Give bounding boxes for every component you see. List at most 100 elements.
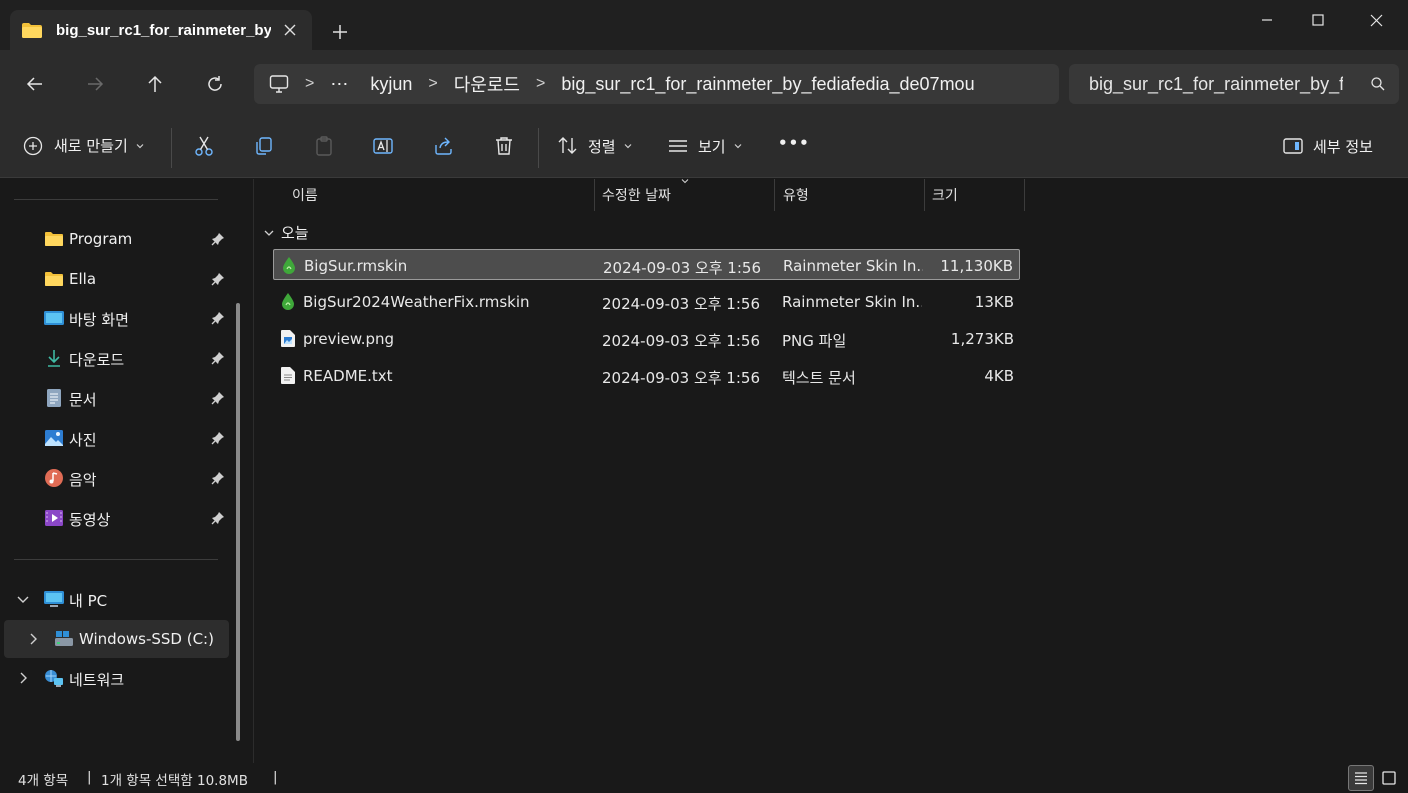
file-row[interactable]: BigSur.rmskin 2024-09-03 오후 1:56 Rainmet… <box>273 249 1020 280</box>
rainmeter-icon <box>282 293 294 310</box>
large-icons-view-button[interactable] <box>1376 765 1402 791</box>
breadcrumb[interactable]: > ⋯ kyjun > 다운로드 > big_sur_rc1_for_rainm… <box>254 64 1059 104</box>
sidebar-item-videos[interactable]: 동영상 <box>4 499 229 537</box>
column-header-size[interactable]: 크기 <box>932 185 958 211</box>
file-type: Rainmeter Skin In... <box>783 257 923 275</box>
item-count: 4개 항목 <box>18 773 69 789</box>
folder-icon <box>45 272 63 286</box>
sidebar-item-downloads[interactable]: 다운로드 <box>4 339 229 377</box>
file-name: preview.png <box>303 330 395 348</box>
close-tab-icon[interactable] <box>282 22 298 38</box>
share-button[interactable] <box>433 135 455 157</box>
selection-info: 1개 항목 선택함 10.8MB <box>101 773 248 789</box>
sort-button[interactable]: 정렬 <box>557 135 633 157</box>
refresh-button[interactable] <box>201 70 229 98</box>
sidebar-scrollbar[interactable] <box>236 303 240 741</box>
divider <box>14 199 218 200</box>
column-divider[interactable] <box>924 179 925 211</box>
chevron-right-icon[interactable] <box>26 632 40 646</box>
sidebar-item-desktop[interactable]: 바탕 화면 <box>4 299 229 337</box>
column-divider[interactable] <box>1024 179 1025 211</box>
arrow-up-icon <box>148 75 162 92</box>
file-list: 이름 수정한 날짜 유형 크기 오늘 BigSur.rmskin 2024-09… <box>254 179 1408 763</box>
view-button[interactable]: 보기 <box>667 135 743 157</box>
maximize-button[interactable] <box>1295 6 1341 34</box>
column-divider[interactable] <box>594 179 595 211</box>
rename-button[interactable] <box>372 135 394 157</box>
pin-icon <box>211 233 224 246</box>
column-header-modified[interactable]: 수정한 날짜 <box>602 185 671 211</box>
chevron-right-icon[interactable]: > <box>536 75 545 93</box>
refresh-icon <box>208 76 222 91</box>
sidebar-item-pictures[interactable]: 사진 <box>4 419 229 457</box>
sidebar-item-label: 음악 <box>69 471 97 489</box>
sidebar-item-label: Ella <box>69 270 97 288</box>
tab-current[interactable]: big_sur_rc1_for_rainmeter_by_fediafedia_… <box>10 10 312 51</box>
folder-icon <box>22 23 42 38</box>
details-pane-button[interactable]: 세부 정보 <box>1282 135 1373 157</box>
separator <box>171 128 172 168</box>
sidebar-item-label: 네트워크 <box>69 671 125 689</box>
close-window-button[interactable] <box>1353 6 1399 34</box>
breadcrumb-kyjun[interactable]: kyjun <box>370 74 412 95</box>
column-divider[interactable] <box>774 179 775 211</box>
new-button[interactable]: 새로 만들기 <box>23 135 145 156</box>
breadcrumb-overflow[interactable]: ⋯ <box>330 74 348 95</box>
sidebar-item-label: Program <box>69 230 133 248</box>
file-size: 1,273KB <box>950 330 1014 348</box>
chevron-right-icon[interactable]: > <box>428 75 437 93</box>
more-options-button[interactable]: ••• <box>778 134 810 152</box>
folder-icon <box>45 232 63 246</box>
file-name: BigSur2024WeatherFix.rmskin <box>303 293 530 311</box>
breadcrumb-current-folder[interactable]: big_sur_rc1_for_rainmeter_by_fediafedia_… <box>561 74 974 95</box>
sidebar-item-network[interactable]: 네트워크 <box>4 659 229 697</box>
file-row[interactable]: BigSur2024WeatherFix.rmskin 2024-09-03 오… <box>273 286 1020 317</box>
tiles-view-icon <box>1382 771 1396 785</box>
up-button[interactable] <box>141 70 169 98</box>
new-label: 새로 만들기 <box>54 137 128 155</box>
file-row[interactable]: preview.png 2024-09-03 오후 1:56 PNG 파일 1,… <box>273 323 1020 354</box>
sort-label: 정렬 <box>588 137 616 156</box>
file-size: 13KB <box>974 293 1014 311</box>
sidebar-item-music[interactable]: 음악 <box>4 459 229 497</box>
forward-button[interactable] <box>81 70 109 98</box>
arrow-left-icon <box>26 77 42 91</box>
breadcrumb-downloads[interactable]: 다운로드 <box>454 71 520 97</box>
new-tab-icon[interactable] <box>328 20 352 44</box>
documents-icon <box>47 389 61 407</box>
details-view-button[interactable] <box>1348 765 1374 791</box>
sort-icon <box>558 137 577 154</box>
file-date: 2024-09-03 오후 1:56 <box>602 332 760 350</box>
search-input[interactable] <box>1089 73 1343 95</box>
share-icon <box>435 137 452 155</box>
sidebar-item-label: 다운로드 <box>69 351 125 369</box>
copy-button[interactable] <box>253 135 275 157</box>
cut-button[interactable] <box>193 135 215 157</box>
chevron-right-icon[interactable]: > <box>305 75 314 93</box>
column-header-type[interactable]: 유형 <box>783 185 809 211</box>
image-file-icon <box>281 330 295 347</box>
search-box[interactable] <box>1069 64 1399 104</box>
column-header-name[interactable]: 이름 <box>292 185 318 211</box>
group-label: 오늘 <box>281 224 309 242</box>
drive-icon <box>55 631 73 646</box>
sidebar-item-documents[interactable]: 문서 <box>4 379 229 417</box>
text-file-icon <box>281 367 295 384</box>
computer-icon[interactable] <box>269 75 289 93</box>
sidebar-item-ella[interactable]: Ella <box>4 260 229 298</box>
sidebar-item-program[interactable]: Program <box>4 220 229 258</box>
sidebar-item-this-pc[interactable]: 내 PC <box>4 580 229 618</box>
sidebar-item-drive-c[interactable]: Windows-SSD (C:) <box>4 620 229 658</box>
file-row[interactable]: README.txt 2024-09-03 오후 1:56 텍스트 문서 4KB <box>273 360 1020 391</box>
chevron-right-icon[interactable] <box>16 671 30 685</box>
chevron-down-icon[interactable] <box>16 592 30 606</box>
delete-button[interactable] <box>493 135 515 157</box>
back-button[interactable] <box>21 70 49 98</box>
paste-button[interactable] <box>313 135 335 157</box>
chevron-down-icon <box>136 143 144 148</box>
group-header-today[interactable]: 오늘 <box>262 222 309 243</box>
minimize-button[interactable] <box>1244 6 1290 34</box>
command-bar: 새로 만들기 정렬 보기 ••• 세부 정보 <box>0 118 1408 178</box>
maximize-icon <box>1312 14 1324 26</box>
search-icon[interactable] <box>1371 77 1385 91</box>
